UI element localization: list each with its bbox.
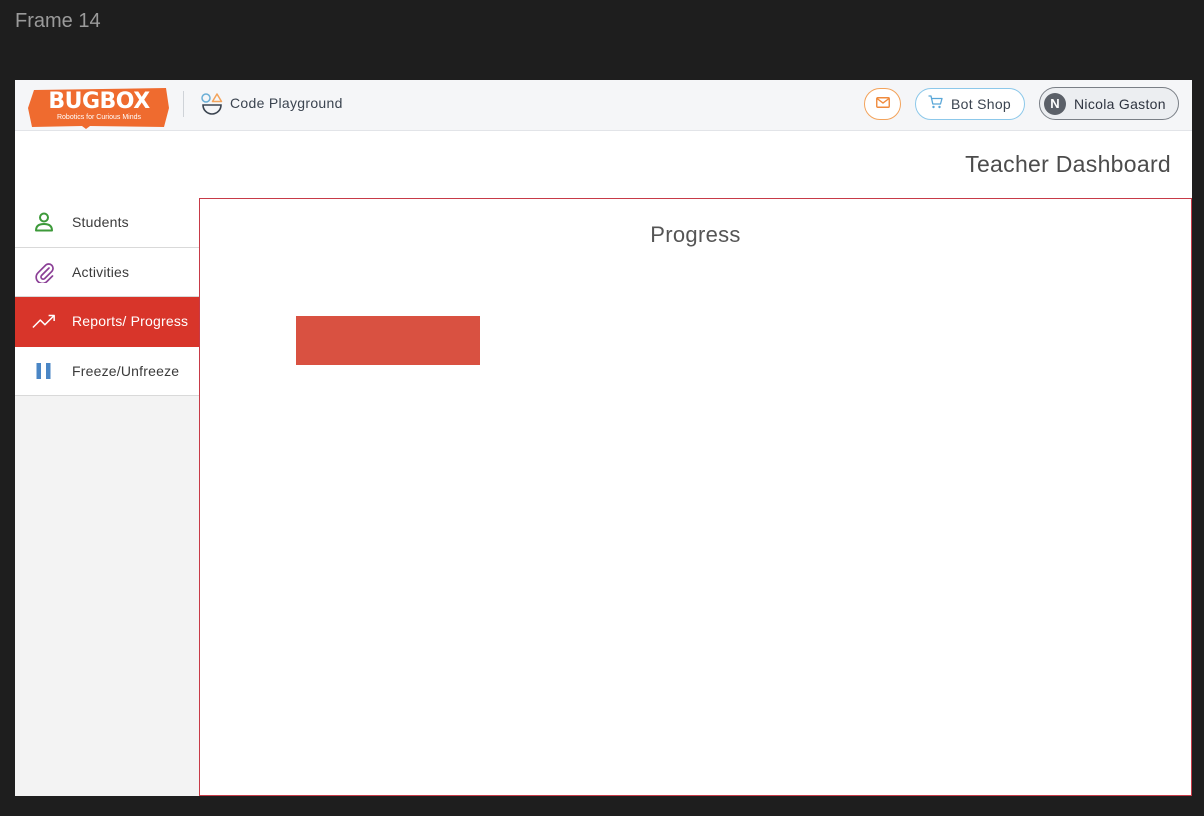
progress-panel: Progress [199, 198, 1192, 796]
pause-icon [32, 359, 56, 383]
topbar-divider [183, 91, 184, 117]
sidebar-item-reports-progress[interactable]: Reports/ Progress [15, 297, 199, 347]
logo-tagline: Robotics for Curious Minds [56, 114, 142, 121]
avatar: N [1044, 92, 1066, 115]
sidebar-item-label: Freeze/Unfreeze [72, 362, 180, 379]
cart-icon [928, 94, 943, 114]
bot-shop-button[interactable]: Bot Shop [915, 88, 1025, 120]
dashboard-header: Teacher Dashboard [15, 131, 1192, 198]
progress-placeholder-block[interactable] [296, 316, 480, 365]
user-menu-button[interactable]: N Nicola Gaston [1039, 87, 1179, 120]
sidebar-item-label: Students [72, 214, 129, 231]
panel-title: Progress [650, 222, 741, 247]
code-playground-link[interactable]: Code Playground [230, 95, 343, 111]
trending-up-icon [32, 309, 56, 333]
sidebar-item-students[interactable]: Students [15, 198, 199, 248]
frame-label: Frame 14 [15, 10, 101, 32]
sidebar-item-label: Reports/ Progress [72, 313, 189, 330]
sidebar-item-freeze[interactable]: Freeze/Unfreeze [15, 346, 199, 396]
app-frame: BUGBOX Robotics for Curious Minds Code P… [15, 80, 1192, 796]
bugbox-logo[interactable]: BUGBOX Robotics for Curious Minds [28, 86, 170, 129]
paperclip-icon [32, 260, 56, 284]
bot-shop-label: Bot Shop [951, 96, 1011, 112]
sidebar-item-label: Activities [72, 263, 130, 280]
page-title: Teacher Dashboard [965, 151, 1171, 177]
logo-text: BUGBOX [48, 89, 150, 114]
mail-button[interactable] [864, 88, 901, 120]
user-name: Nicola Gaston [1074, 95, 1166, 112]
shapes-icon[interactable] [200, 92, 224, 121]
envelope-icon [875, 95, 890, 113]
top-bar: BUGBOX Robotics for Curious Minds Code P… [15, 80, 1192, 131]
sidebar-item-activities[interactable]: Activities [15, 247, 199, 297]
sidebar: Students Activities Reports/ Progress Fr… [15, 198, 199, 796]
person-icon [32, 210, 56, 234]
